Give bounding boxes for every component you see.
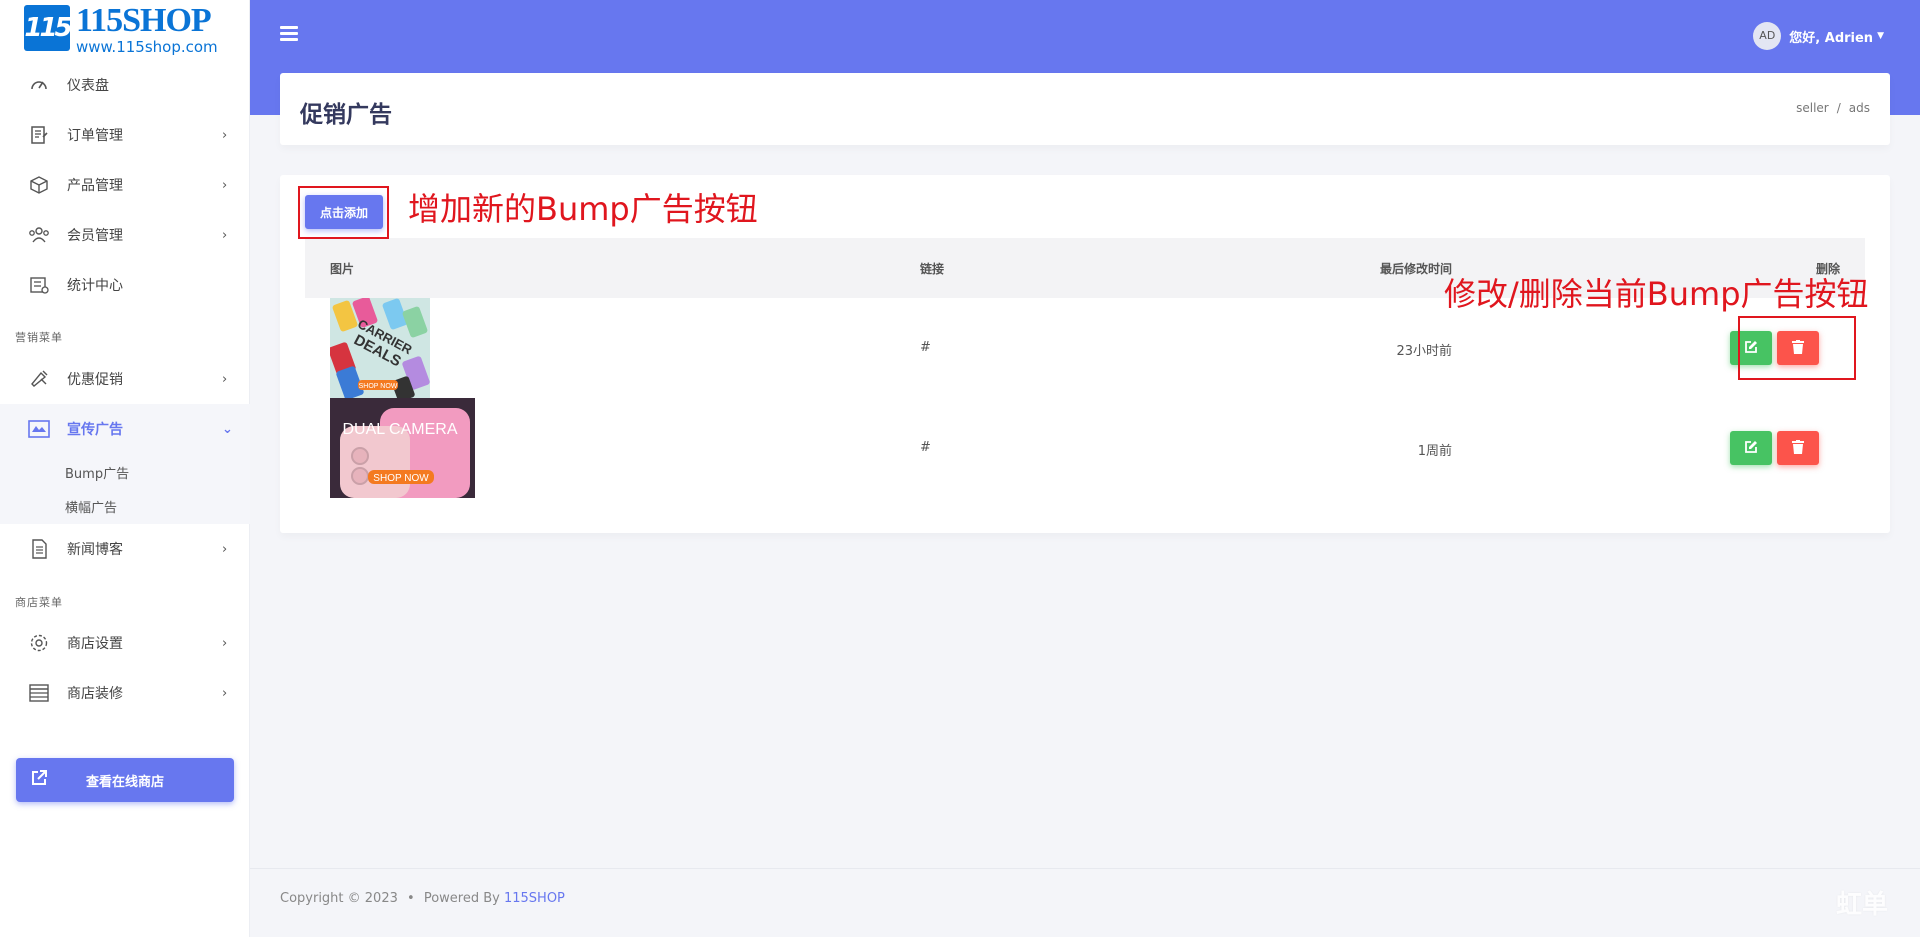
sidebar-item-label: 订单管理	[67, 128, 123, 144]
app-root: 115 115SHOP www.115shop.com 仪表盘 订单管理 › 产…	[0, 0, 1920, 937]
ad-thumbnail-carrier-deals[interactable]: CARRIER DEALS SHOP NOW	[330, 298, 430, 398]
user-menu[interactable]: AD 您好, Adrien ▼	[1753, 22, 1884, 50]
sidebar-item-shop-decor[interactable]: 商店装修 ›	[0, 671, 250, 715]
chevron-right-icon: ›	[222, 371, 228, 387]
annotation-text-edit-delete: 修改/删除当前Bump广告按钮	[1444, 275, 1869, 313]
sidebar-item-label: 产品管理	[67, 178, 123, 194]
gear-icon	[28, 632, 50, 654]
ad-link[interactable]: #	[920, 340, 931, 355]
col-link: 链接	[920, 262, 945, 276]
brand-name: 115SHOP	[76, 2, 212, 39]
ad-thumbnail-dual-camera[interactable]: DUAL CAMERA SHOP NOW	[330, 398, 475, 498]
trash-icon	[1792, 439, 1804, 454]
sidebar-item-label: 会员管理	[67, 228, 123, 244]
chevron-right-icon: ›	[222, 635, 228, 651]
ad-cta: SHOP NOW	[359, 383, 398, 390]
sidebar-item-label: 宣传广告	[67, 422, 123, 438]
sidebar-item-label: 优惠促销	[67, 372, 123, 388]
chevron-right-icon: ›	[222, 127, 228, 143]
table-row: DUAL CAMERA SHOP NOW # 1周前	[305, 398, 1865, 498]
stats-icon	[28, 274, 50, 296]
chevron-right-icon: ›	[222, 541, 228, 557]
page-header: 促销广告 seller / ads	[280, 73, 1890, 145]
menu-header-marketing: 营销菜单	[15, 331, 63, 344]
chevron-right-icon: ›	[222, 685, 228, 701]
footer-powered: Powered By	[423, 891, 500, 906]
sidebar-item-label: 统计中心	[67, 278, 123, 294]
ad-link[interactable]: #	[920, 440, 931, 455]
sidebar-item-dashboard[interactable]: 仪表盘	[0, 63, 250, 107]
footer: Copyright © 2023 • Powered By 115SHOP	[280, 891, 565, 906]
sidebar-subitem-bump-ads[interactable]: Bump广告	[65, 463, 129, 482]
sidebar-item-news[interactable]: 新闻博客 ›	[0, 527, 250, 571]
sidebar-item-members[interactable]: 会员管理 ›	[0, 213, 250, 257]
ad-updated-time: 23小时前	[1396, 344, 1452, 359]
sidebar: 115 115SHOP www.115shop.com 仪表盘 订单管理 › 产…	[0, 0, 250, 937]
annotation-box-edit-delete	[1738, 316, 1856, 380]
sidebar-item-products[interactable]: 产品管理 ›	[0, 163, 250, 207]
ad-text-dual-camera: DUAL CAMERA	[343, 421, 458, 438]
edit-icon	[1745, 440, 1757, 453]
breadcrumb-ads: ads	[1848, 101, 1870, 115]
user-greeting: 您好, Adrien	[1789, 30, 1874, 46]
annotation-box-add	[298, 186, 389, 239]
sidebar-item-ads[interactable]: 宣传广告 ⌄	[0, 407, 250, 451]
brand-url: www.115shop.com	[76, 38, 218, 56]
chevron-right-icon: ›	[222, 177, 228, 193]
table-row: CARRIER DEALS SHOP NOW # 23小时前	[305, 298, 1865, 398]
megaphone-icon	[28, 368, 50, 390]
ads-card: 点击添加 图片 链接 最后修改时间 删除 CARRIER DEALS SHOP …	[280, 175, 1890, 533]
view-store-button[interactable]: 查看在线商店	[16, 758, 234, 802]
dashboard-icon	[28, 74, 50, 96]
annotation-text-add: 增加新的Bump广告按钮	[408, 190, 758, 228]
page-title: 促销广告	[300, 102, 392, 128]
sidebar-item-orders[interactable]: 订单管理 ›	[0, 113, 250, 157]
ad-updated-time: 1周前	[1417, 444, 1452, 459]
news-icon	[28, 538, 50, 560]
sidebar-item-label: 新闻博客	[67, 542, 123, 558]
brand-logo[interactable]: 115 115SHOP www.115shop.com	[24, 2, 229, 56]
menu-toggle-icon[interactable]	[280, 26, 298, 42]
sidebar-item-label: 商店装修	[67, 686, 123, 702]
watermark: 虹单	[1836, 890, 1889, 920]
sidebar-item-shop-settings[interactable]: 商店设置 ›	[0, 621, 250, 665]
box-icon	[28, 174, 50, 196]
footer-copyright: Copyright © 2023	[280, 891, 398, 906]
footer-brand-link[interactable]: 115SHOP	[504, 891, 565, 906]
ad-icon	[28, 418, 50, 440]
footer-dot: •	[407, 891, 415, 906]
breadcrumb-separator: /	[1836, 101, 1841, 115]
sidebar-item-label: 仪表盘	[67, 78, 109, 94]
orders-icon	[28, 124, 50, 146]
avatar: AD	[1753, 22, 1782, 50]
col-updated: 最后修改时间	[1379, 262, 1452, 276]
chevron-right-icon: ›	[222, 227, 228, 243]
sidebar-item-promotions[interactable]: 优惠促销 ›	[0, 357, 250, 401]
chevron-down-icon: ⌄	[222, 421, 233, 437]
users-icon	[28, 224, 50, 246]
menu-header-shop: 商店菜单	[15, 596, 63, 609]
col-image: 图片	[330, 262, 355, 276]
layout-icon	[28, 682, 50, 704]
sidebar-subitem-banner-ads[interactable]: 横幅广告	[65, 497, 117, 516]
caret-down-icon: ▼	[1877, 31, 1884, 41]
delete-ad-button[interactable]	[1777, 431, 1819, 465]
breadcrumb-seller[interactable]: seller	[1796, 101, 1829, 115]
sidebar-item-label: 商店设置	[67, 636, 123, 652]
edit-ad-button[interactable]	[1730, 431, 1772, 465]
footer-divider	[250, 868, 1920, 869]
view-store-label: 查看在线商店	[85, 775, 164, 790]
brand-mark-icon: 115	[24, 5, 73, 51]
ad-cta: SHOP NOW	[373, 473, 429, 484]
breadcrumb: seller / ads	[1796, 101, 1870, 115]
sidebar-item-stats[interactable]: 统计中心	[0, 263, 250, 307]
